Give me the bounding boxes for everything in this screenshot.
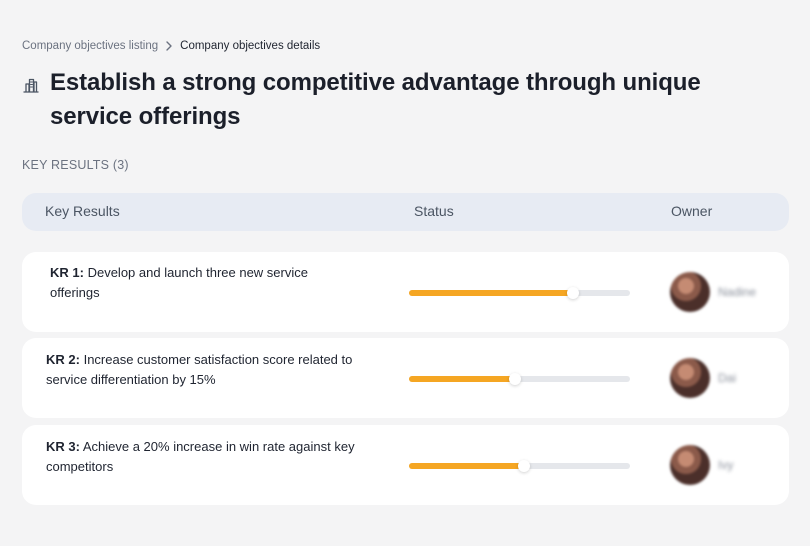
building-chart-icon	[22, 76, 40, 94]
breadcrumb: Company objectives listing Company objec…	[22, 40, 320, 52]
breadcrumb-link-company-objectives-listing[interactable]: Company objectives listing	[22, 40, 158, 52]
key-result-text: KR 1: Develop and launch three new servi…	[50, 263, 350, 303]
progress-bar	[409, 460, 630, 472]
key-result-code: KR 3:	[46, 439, 80, 454]
avatar	[670, 272, 710, 312]
avatar	[670, 445, 710, 485]
key-result-row-1[interactable]: KR 1: Develop and launch three new servi…	[22, 252, 789, 332]
key-result-code: KR 1:	[50, 265, 84, 280]
key-result-description: Achieve a 20% increase in win rate again…	[46, 439, 355, 474]
key-result-text: KR 2: Increase customer satisfaction sco…	[46, 350, 356, 390]
owner-cell: Nadine	[670, 272, 756, 312]
progress-bar	[409, 287, 630, 299]
table-header: Key Results Status Owner	[22, 193, 789, 231]
progress-knob	[517, 460, 530, 472]
progress-knob	[509, 373, 522, 385]
owner-cell: Dai	[670, 358, 736, 398]
progress-bar	[409, 373, 630, 385]
page-title: Establish a strong competitive advantage…	[50, 69, 701, 130]
key-results-count-label: KEY RESULTS (3)	[22, 158, 129, 172]
key-result-code: KR 2:	[46, 352, 80, 367]
owner-cell: Ivy	[670, 445, 733, 485]
avatar	[670, 358, 710, 398]
key-result-description: Increase customer satisfaction score rel…	[46, 352, 353, 387]
breadcrumb-current-page: Company objectives details	[180, 40, 321, 52]
progress-fill	[409, 290, 573, 296]
title-section: Establish a strong competitive advantage…	[22, 66, 750, 134]
header-owner: Owner	[671, 203, 713, 219]
owner-name: Ivy	[718, 458, 734, 472]
chevron-right-icon	[166, 41, 172, 51]
owner-name: Dai	[718, 371, 737, 385]
header-key-results: Key Results	[45, 203, 120, 219]
key-result-text: KR 3: Achieve a 20% increase in win rate…	[46, 437, 366, 477]
header-status: Status	[414, 203, 454, 219]
progress-fill	[409, 463, 524, 469]
key-result-description: Develop and launch three new service off…	[50, 265, 308, 300]
progress-knob	[566, 287, 579, 299]
owner-name: Nadine	[718, 285, 757, 299]
progress-fill	[409, 376, 516, 382]
key-result-row-3[interactable]: KR 3: Achieve a 20% increase in win rate…	[22, 425, 789, 505]
key-result-row-2[interactable]: KR 2: Increase customer satisfaction sco…	[22, 338, 789, 418]
